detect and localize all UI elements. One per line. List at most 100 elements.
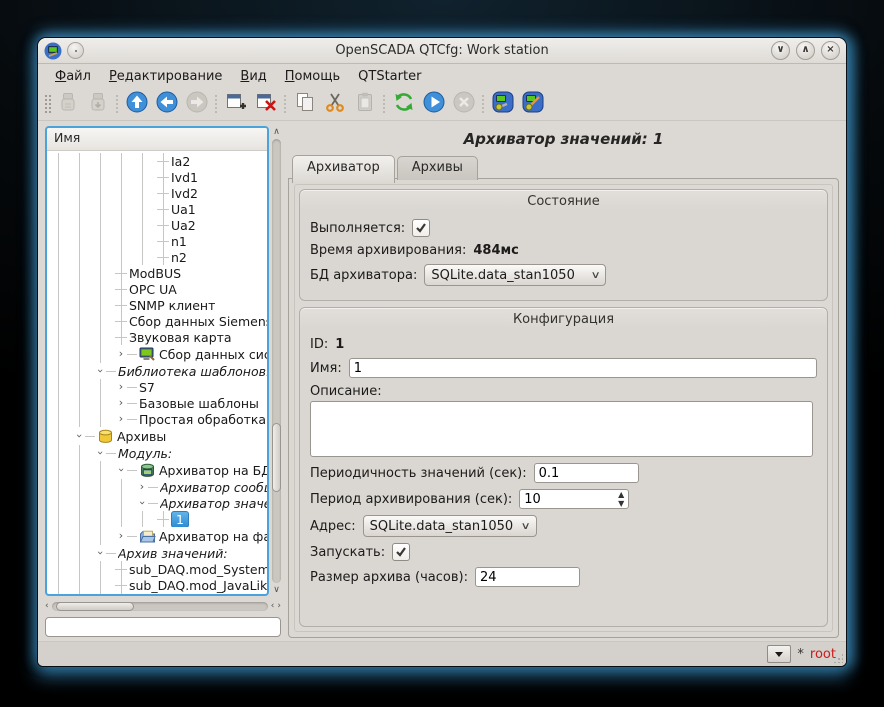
tree-item-label: sub_DAQ.mod_JavaLike: [129, 578, 267, 593]
expand-icon[interactable]: ›: [115, 414, 127, 424]
collapse-icon[interactable]: ›: [95, 447, 105, 459]
scroll-down-icon[interactable]: ∨: [273, 585, 280, 595]
qtstarter-qtcfg-button[interactable]: [518, 90, 548, 118]
tree-item-ivd2[interactable]: Ivd2: [47, 185, 267, 201]
menu-bar: ФайлРедактированиеВидПомощьQTStarter: [38, 64, 846, 88]
tree-item-архиватор-сообще[interactable]: ›Архиватор сообще: [47, 479, 267, 495]
status-dropdown-button[interactable]: [767, 645, 791, 663]
tree-item-n2[interactable]: n2: [47, 249, 267, 265]
tree-item-сбор-данных-siemens[interactable]: Сбор данных Siemens: [47, 313, 267, 329]
tree-vertical-scrollbar[interactable]: ∧ ∨: [270, 126, 283, 596]
tree-item-библиотека-шаблонов-[interactable]: ›Библиотека шаблонов:: [47, 363, 267, 379]
tab-archives[interactable]: Архивы: [397, 156, 478, 180]
archiving-time-label: Время архивирования:: [310, 243, 466, 258]
cut-button[interactable]: [320, 90, 350, 118]
running-checkbox[interactable]: [412, 219, 430, 237]
stop-button: [449, 90, 479, 118]
scroll-up-icon[interactable]: ∧: [273, 127, 280, 137]
scroll-right-icon[interactable]: ›: [277, 601, 281, 611]
tree-item-архивы[interactable]: ›Архивы: [47, 427, 267, 445]
tree-item-sub-daq-mod-logiclev[interactable]: sub_DAQ.mod_LogicLev: [47, 593, 267, 594]
collapse-icon[interactable]: ›: [74, 430, 84, 442]
collapse-icon[interactable]: ›: [95, 547, 105, 559]
menu-view[interactable]: Вид: [231, 67, 275, 86]
maximize-button[interactable]: ∧: [796, 41, 815, 60]
back-button[interactable]: [152, 90, 182, 118]
vscroll-thumb[interactable]: [272, 423, 281, 492]
copy-button[interactable]: [290, 90, 320, 118]
config-groupbox: Конфигурация ID: 1 Имя: Описание:: [299, 307, 828, 627]
tree-item-ivd1[interactable]: Ivd1: [47, 169, 267, 185]
name-label: Имя:: [310, 361, 342, 376]
tree-item-ia2[interactable]: Ia2: [47, 153, 267, 169]
scroll-left2-icon[interactable]: ‹: [271, 601, 275, 611]
value-period-input[interactable]: [534, 463, 639, 483]
tree-item-модуль-[interactable]: ›Модуль:: [47, 445, 267, 461]
tree-item-label: Ia2: [171, 154, 190, 169]
scroll-left-icon[interactable]: ‹: [45, 601, 49, 611]
tree-header-name[interactable]: Имя: [47, 128, 267, 151]
refresh-button[interactable]: [389, 90, 419, 118]
menu-edit[interactable]: Редактирование: [100, 67, 231, 86]
tree-item-ua1[interactable]: Ua1: [47, 201, 267, 217]
tree-item-label: Звуковая карта: [129, 330, 232, 345]
tab-archiver[interactable]: Архиватор: [292, 155, 395, 183]
chevron-down-icon: ∨: [591, 270, 601, 281]
collapse-icon[interactable]: ›: [137, 497, 147, 509]
expand-icon[interactable]: ›: [115, 398, 127, 408]
tree-search-input[interactable]: [45, 617, 281, 637]
tree-item-s7[interactable]: ›S7: [47, 379, 267, 395]
hscroll-thumb[interactable]: [56, 602, 134, 611]
minimize-button[interactable]: ∨: [771, 41, 790, 60]
tree-item-архиватор-значени[interactable]: ›Архиватор значени: [47, 495, 267, 511]
expand-icon[interactable]: ›: [136, 482, 148, 492]
spin-up-icon[interactable]: ▲: [618, 491, 624, 498]
tree-item-label: ModBUS: [129, 266, 181, 281]
to-start-checkbox[interactable]: [392, 543, 410, 561]
tree-item-modbus[interactable]: ModBUS: [47, 265, 267, 281]
toolbar-separator: [382, 94, 387, 114]
qtstarter-conf-button[interactable]: [488, 90, 518, 118]
tree-item-сбор-данных-систем[interactable]: ›Сбор данных систем: [47, 345, 267, 363]
tree-item-opc-ua[interactable]: OPC UA: [47, 281, 267, 297]
tree-item-ua2[interactable]: Ua2: [47, 217, 267, 233]
archiving-period-input[interactable]: [519, 489, 629, 509]
tree-item-sub-daq-mod-javalike[interactable]: sub_DAQ.mod_JavaLike: [47, 577, 267, 593]
tree-item-базовые-шаблоны[interactable]: ›Базовые шаблоны: [47, 395, 267, 411]
close-button[interactable]: ×: [821, 41, 840, 60]
expand-icon[interactable]: ›: [115, 531, 127, 541]
tree-item-архив-значений-[interactable]: ›Архив значений:: [47, 545, 267, 561]
tree-horizontal-scrollbar[interactable]: ‹ ‹ ›: [45, 599, 281, 613]
address-select[interactable]: SQLite.data_stan1050 ∨: [363, 515, 537, 537]
name-input[interactable]: [349, 358, 817, 378]
tree-item-архиватор-на-файл[interactable]: ›Архиватор на файл: [47, 527, 267, 545]
tree-item-label: sub_DAQ.mod_LogicLev: [129, 594, 267, 595]
archiving-period-spinbox[interactable]: ▲ ▼: [519, 489, 629, 509]
collapse-icon[interactable]: ›: [95, 365, 105, 377]
tree-item-n1[interactable]: n1: [47, 233, 267, 249]
tree-branch-line: [127, 419, 137, 420]
up-button[interactable]: [122, 90, 152, 118]
expand-icon[interactable]: ›: [115, 382, 127, 392]
tree-item-архиватор-на-бд[interactable]: ›Архиватор на БД: [47, 461, 267, 479]
tree-item-sub-daq-mod-system-c[interactable]: sub_DAQ.mod_System.c: [47, 561, 267, 577]
app-config-icon: [491, 90, 515, 118]
tree-item-1[interactable]: 1: [47, 511, 267, 527]
start-button[interactable]: [419, 90, 449, 118]
tree-item-простая-обработка[interactable]: ›Простая обработка: [47, 411, 267, 427]
tree-item-snmp-клиент[interactable]: SNMP клиент: [47, 297, 267, 313]
window-titlebar[interactable]: OpenSCADA QTCfg: Work station ∨ ∧ ×: [38, 38, 846, 64]
description-textarea[interactable]: [310, 401, 813, 457]
menu-qtstarter[interactable]: QTStarter: [349, 67, 430, 86]
archive-size-input[interactable]: [475, 567, 580, 587]
item-add-button[interactable]: [221, 90, 251, 118]
menu-help[interactable]: Помощь: [276, 67, 349, 86]
archiver-db-select[interactable]: SQLite.data_stan1050 ∨: [424, 264, 606, 286]
collapse-icon[interactable]: ›: [116, 464, 126, 476]
tree-item-звуковая-карта[interactable]: Звуковая карта: [47, 329, 267, 345]
spin-down-icon[interactable]: ▼: [618, 500, 624, 507]
toolbar-handle[interactable]: [44, 94, 51, 114]
item-delete-button[interactable]: [251, 90, 281, 118]
menu-file[interactable]: Файл: [46, 67, 100, 86]
expand-icon[interactable]: ›: [115, 349, 127, 359]
